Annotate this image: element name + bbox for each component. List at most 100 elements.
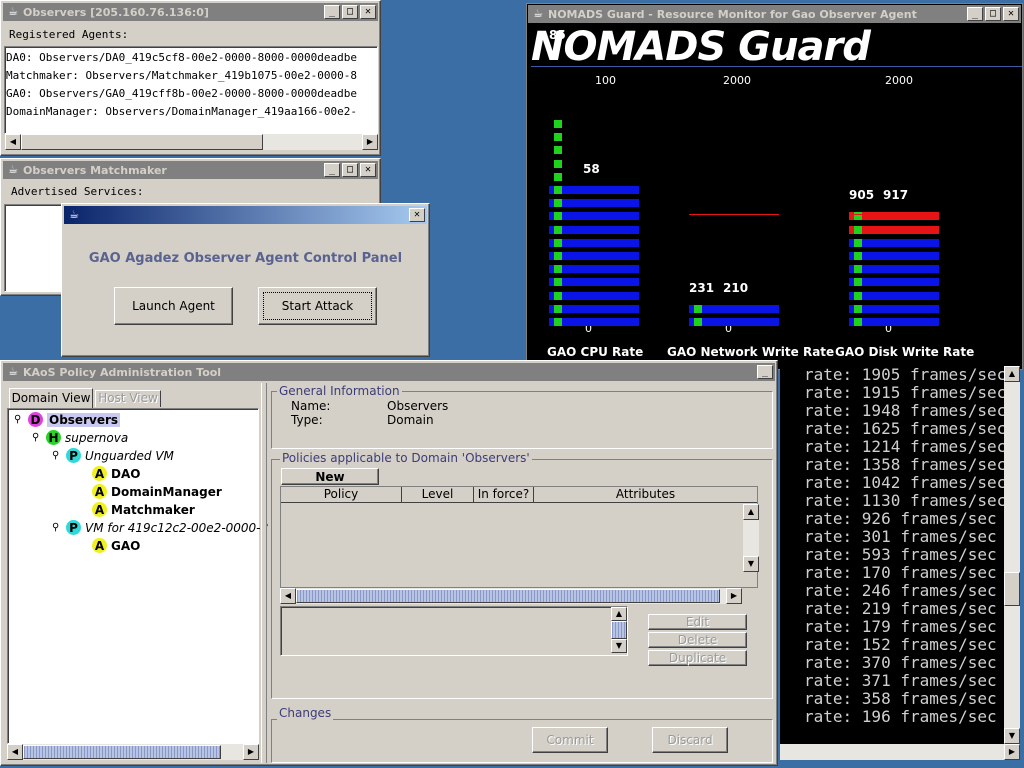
chart-level-marker (554, 252, 562, 260)
agent-list-item[interactable]: DA0: Observers/DA0_419c5cf8-00e2-0000-80… (6, 49, 377, 67)
terminal-line: rate: 1042 frames/sec (804, 473, 1004, 492)
domain-tree[interactable]: ⚲ D Observers ⚲ Hsupernova ⚲ P Unguarded VM A DAO… (7, 408, 268, 744)
tree-node[interactable]: ⚲ P VM for 419c12c2-00e2-0000-8 (52, 520, 268, 535)
terminal-hscrollbar[interactable]: ▶ (780, 744, 1020, 760)
start-attack-button[interactable]: Start Attack (258, 287, 377, 325)
java-cup-icon: ☕ (8, 163, 18, 176)
chart-bar (849, 252, 939, 260)
node-type-icon: P (66, 520, 81, 535)
discard-button[interactable]: Discard (652, 727, 728, 753)
scroll-down-arrow[interactable]: ▼ (611, 639, 627, 653)
kaos-titlebar[interactable]: ☕ KAoS Policy Administration Tool _ (3, 363, 775, 381)
tree-expand-icon[interactable]: ⚲ (52, 522, 62, 533)
minimize-button[interactable]: _ (757, 365, 773, 379)
tree-expand-icon[interactable]: ⚲ (52, 450, 62, 461)
chart-max-label: 2000 (723, 74, 751, 87)
column-level[interactable]: Level (402, 487, 474, 503)
edit-button[interactable]: Edit (648, 614, 747, 630)
chart-level-marker (554, 172, 562, 181)
data-label: 917 (883, 188, 909, 203)
maximize-button[interactable]: □ (342, 5, 358, 19)
matchmaker-titlebar[interactable]: ☕ Observers Matchmaker _ □ ✕ (3, 161, 378, 179)
panel-splitter[interactable] (261, 383, 267, 763)
maximize-button[interactable]: □ (342, 163, 358, 177)
tree-node[interactable]: ⚲ P Unguarded VM (52, 448, 174, 463)
scroll-up-arrow[interactable]: ▲ (611, 607, 627, 621)
scroll-thumb[interactable] (21, 134, 263, 150)
name-label: Name: (291, 399, 331, 413)
new-policy-button[interactable]: New (281, 468, 379, 485)
launch-agent-button[interactable]: Launch Agent (114, 287, 233, 325)
chart-level-marker (554, 225, 562, 234)
scroll-right-arrow[interactable]: ▶ (1004, 744, 1020, 760)
scroll-thumb[interactable] (611, 621, 627, 639)
scroll-up-arrow[interactable]: ▲ (743, 504, 759, 520)
policy-table[interactable]: Policy Level In force? Attributes ▲ ▼ (280, 486, 759, 588)
terminal-output[interactable]: rate: 1905 frames/sec rate: 1915 frames/s… (780, 366, 1004, 744)
tree-node[interactable]: ⚲ D Observers (14, 412, 121, 427)
terminal-line: rate: 179 frames/sec (804, 617, 997, 636)
observers-window[interactable]: ☕ Observers [205.160.76.136:0] _ □ ✕ Reg… (0, 0, 381, 156)
minimize-button[interactable]: _ (324, 163, 340, 177)
kaos-window[interactable]: ☕ KAoS Policy Administration Tool _ Doma… (0, 360, 778, 766)
tree-hscrollbar[interactable]: ◀ ▶ (7, 744, 259, 760)
scroll-up-arrow[interactable]: ▲ (1004, 366, 1020, 382)
scroll-right-arrow[interactable]: ▶ (243, 744, 259, 760)
column-policy[interactable]: Policy (281, 487, 402, 503)
tree-node[interactable]: A Matchmaker (92, 502, 195, 517)
tree-node[interactable]: ⚲ Hsupernova (32, 430, 128, 445)
java-cup-icon: ☕ (69, 208, 79, 221)
chart-bar (849, 278, 939, 287)
terminal-line: rate: 246 frames/sec (804, 581, 997, 600)
scroll-left-arrow[interactable]: ◀ (5, 134, 21, 150)
terminal-scrollbar[interactable]: ▲ ▼ (1004, 366, 1020, 744)
vscroll-track[interactable] (743, 520, 759, 556)
minimize-button[interactable]: _ (324, 5, 340, 19)
control-panel-dialog[interactable]: ☕ ✕ GAO Agadez Observer Agent Control Pa… (61, 203, 430, 357)
tree-expand-icon[interactable]: ⚲ (32, 432, 42, 443)
scroll-left-arrow[interactable]: ◀ (280, 588, 296, 604)
agents-hscrollbar[interactable]: ◀ ▶ (5, 134, 378, 150)
commit-button[interactable]: Commit (532, 727, 608, 753)
observers-titlebar[interactable]: ☕ Observers [205.160.76.136:0] _ □ ✕ (3, 3, 378, 21)
nomads-guard-window[interactable]: ☕ NOMADS Guard - Resource Monitor for Ga… (526, 3, 1023, 370)
tab-domain-view[interactable]: Domain View (9, 388, 93, 408)
scroll-thumb[interactable] (23, 745, 221, 759)
chart-bar (549, 199, 639, 208)
chart-bar (549, 318, 639, 326)
tree-node[interactable]: A DAO (92, 466, 140, 481)
close-button[interactable]: ✕ (409, 208, 425, 222)
services-list[interactable] (4, 204, 64, 292)
control-panel-titlebar[interactable]: ☕ ✕ (64, 206, 427, 224)
general-info-group (271, 391, 773, 449)
chart-level-marker (554, 318, 562, 326)
scroll-thumb[interactable] (296, 589, 720, 603)
tab-host-view[interactable]: Host View (95, 390, 161, 407)
scroll-down-arrow[interactable]: ▼ (1004, 728, 1020, 744)
tree-expand-icon[interactable]: ⚲ (14, 414, 24, 425)
column-in-force[interactable]: In force? (474, 487, 534, 503)
close-button[interactable]: ✕ (360, 163, 376, 177)
scroll-right-arrow[interactable]: ▶ (362, 134, 378, 150)
agent-list-item[interactable]: Matchmaker: Observers/Matchmaker_419b107… (6, 67, 377, 85)
tree-node[interactable]: A GAO (92, 538, 140, 553)
agent-list-item[interactable]: DomainManager: Observers/DomainManager_4… (6, 103, 377, 121)
scroll-thumb[interactable] (1004, 572, 1020, 606)
close-button[interactable]: ✕ (360, 5, 376, 19)
scroll-left-arrow[interactable]: ◀ (7, 744, 23, 760)
scroll-down-arrow[interactable]: ▼ (743, 556, 759, 572)
tree-node[interactable]: A DomainManager (92, 484, 222, 499)
terminal-line: rate: 1130 frames/sec (804, 491, 1004, 510)
policy-description[interactable] (280, 606, 628, 656)
terminal-line: rate: 152 frames/sec (804, 635, 997, 654)
policies-legend: Policies applicable to Domain 'Observers… (280, 451, 532, 465)
terminal-line: rate: 219 frames/sec (804, 599, 997, 618)
policy-hscrollbar[interactable]: ◀ ▶ (280, 588, 742, 604)
chart-level-marker (854, 265, 862, 274)
column-attributes[interactable]: Attributes (534, 487, 757, 503)
delete-button[interactable]: Delete (648, 632, 747, 648)
duplicate-button[interactable]: Duplicate (648, 650, 747, 666)
agents-list[interactable]: DA0: Observers/DA0_419c5cf8-00e2-0000-80… (4, 46, 378, 134)
agent-list-item[interactable]: GA0: Observers/GA0_419cff8b-00e2-0000-80… (6, 85, 377, 103)
scroll-right-arrow[interactable]: ▶ (726, 588, 742, 604)
